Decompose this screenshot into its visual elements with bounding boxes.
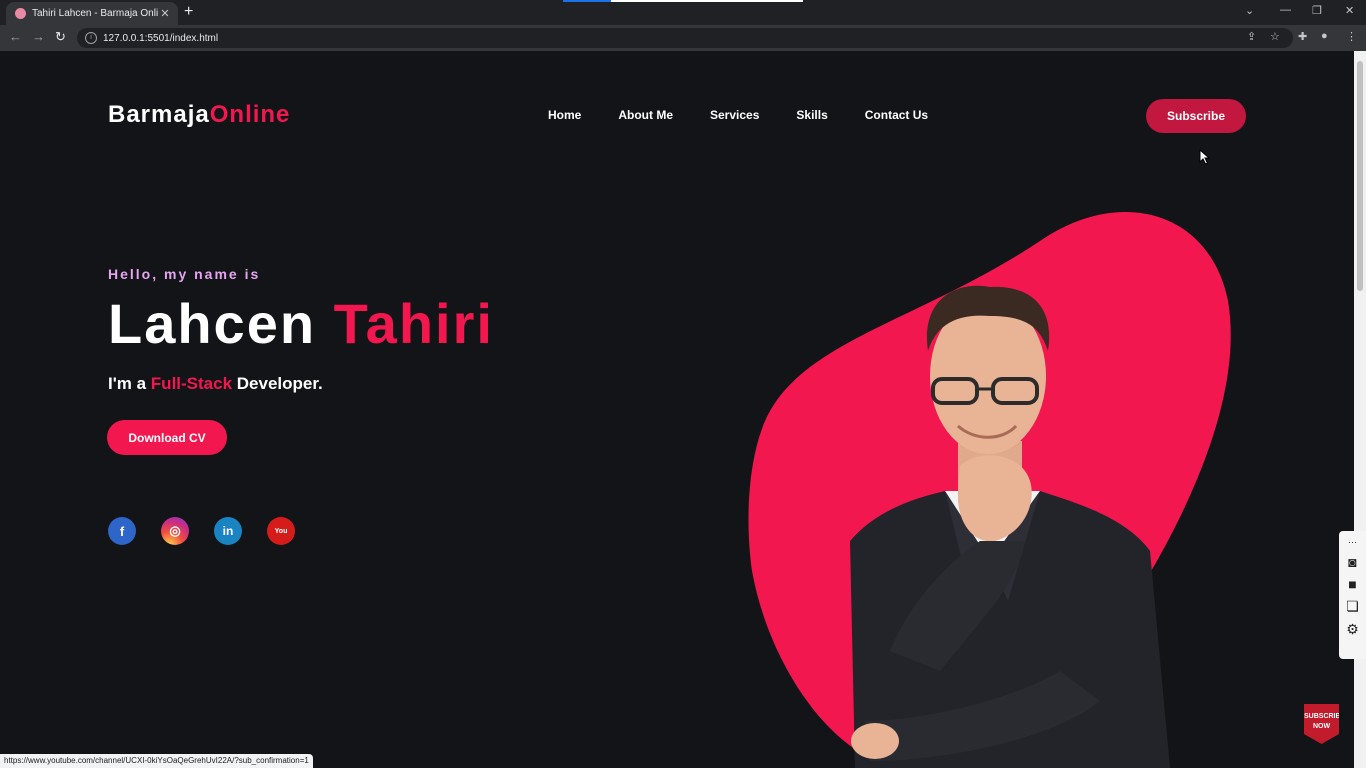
subscribe-button[interactable]: Subscribe — [1146, 99, 1246, 133]
mouse-cursor-icon — [1199, 149, 1211, 165]
instagram-icon[interactable]: ◎ — [161, 517, 189, 545]
menu-icon[interactable]: ⋮ — [1346, 30, 1357, 43]
scrollbar-thumb[interactable] — [1357, 61, 1363, 291]
page-viewport: BarmajaOnline Home About Me Services Ski… — [0, 51, 1354, 768]
minimize-icon[interactable]: — — [1280, 4, 1291, 16]
settings-gear-icon[interactable]: ⚙ — [1346, 621, 1359, 638]
close-window-icon[interactable]: ✕ — [1345, 4, 1354, 17]
extensions-icon[interactable]: ✚ — [1298, 30, 1307, 43]
camera-icon[interactable]: ◙ — [1348, 554, 1356, 570]
hero-greeting: Hello, my name is — [108, 266, 261, 282]
profile-icon[interactable]: ● — [1321, 30, 1328, 42]
role-prefix: I'm a — [108, 374, 151, 393]
status-bar-url: https://www.youtube.com/channel/UCXI-0ki… — [0, 754, 313, 768]
address-url: 127.0.0.1:5501/index.html — [103, 32, 219, 44]
close-tab-icon[interactable]: ✕ — [158, 7, 172, 20]
role-suffix: Developer. — [232, 374, 323, 393]
new-tab-button[interactable]: + — [184, 3, 193, 21]
page-scrollbar[interactable] — [1354, 51, 1366, 768]
browser-tab[interactable]: Tahiri Lahcen - Barmaja Online ✕ — [6, 2, 178, 25]
role-highlight: Full-Stack — [150, 374, 233, 393]
youtube-icon[interactable]: You — [267, 517, 295, 545]
browser-toolbar: ← → ↻ i 127.0.0.1:5501/index.html ⇪ ☆ ✚ … — [0, 25, 1366, 51]
site-logo[interactable]: BarmajaOnline — [108, 101, 290, 129]
hero-role: I'm a Full-Stack Developer. — [108, 374, 323, 394]
site-favicon-icon — [15, 8, 26, 19]
hero-illustration — [748, 212, 1231, 768]
facebook-icon[interactable]: f — [108, 517, 136, 545]
loading-bar — [563, 0, 803, 2]
nav-home[interactable]: Home — [548, 108, 581, 122]
reload-icon[interactable]: ↻ — [55, 29, 66, 45]
linkedin-icon[interactable]: in — [214, 517, 242, 545]
nav-about[interactable]: About Me — [618, 108, 673, 122]
hero-last-name: Tahiri — [333, 292, 494, 355]
tab-title: Tahiri Lahcen - Barmaja Online — [32, 8, 158, 19]
panel-more-icon[interactable]: ⋯ — [1348, 537, 1357, 548]
capture-tool-panel: ⋯ ◙ ■ ❏ ⚙ — [1339, 531, 1366, 659]
tab-search-icon[interactable]: ⌄ — [1245, 4, 1254, 17]
nav-contact[interactable]: Contact Us — [865, 108, 928, 122]
share-icon[interactable]: ⇪ — [1247, 30, 1256, 43]
logo-part1: Barmaja — [108, 101, 210, 128]
video-icon[interactable]: ■ — [1348, 576, 1356, 592]
back-icon[interactable]: ← — [9, 29, 22, 44]
nav-skills[interactable]: Skills — [796, 108, 827, 122]
nav-services[interactable]: Services — [710, 108, 759, 122]
address-bar[interactable]: i 127.0.0.1:5501/index.html — [77, 28, 1293, 48]
hero-first-name: Lahcen — [108, 292, 317, 355]
restore-icon[interactable]: ❐ — [1312, 4, 1322, 17]
site-info-icon[interactable]: i — [85, 32, 97, 44]
main-nav: Home About Me Services Skills Contact Us — [548, 108, 965, 122]
browser-tabstrip: Tahiri Lahcen - Barmaja Online ✕ + ⌄ — ❐… — [0, 0, 1366, 25]
bookmark-star-icon[interactable]: ☆ — [1270, 30, 1280, 43]
download-cv-button[interactable]: Download CV — [107, 420, 227, 455]
logo-part2: Online — [209, 101, 291, 128]
windows-icon[interactable]: ❏ — [1346, 598, 1359, 615]
hero-name: Lahcen Tahiri — [108, 291, 494, 356]
forward-icon[interactable]: → — [32, 29, 45, 44]
